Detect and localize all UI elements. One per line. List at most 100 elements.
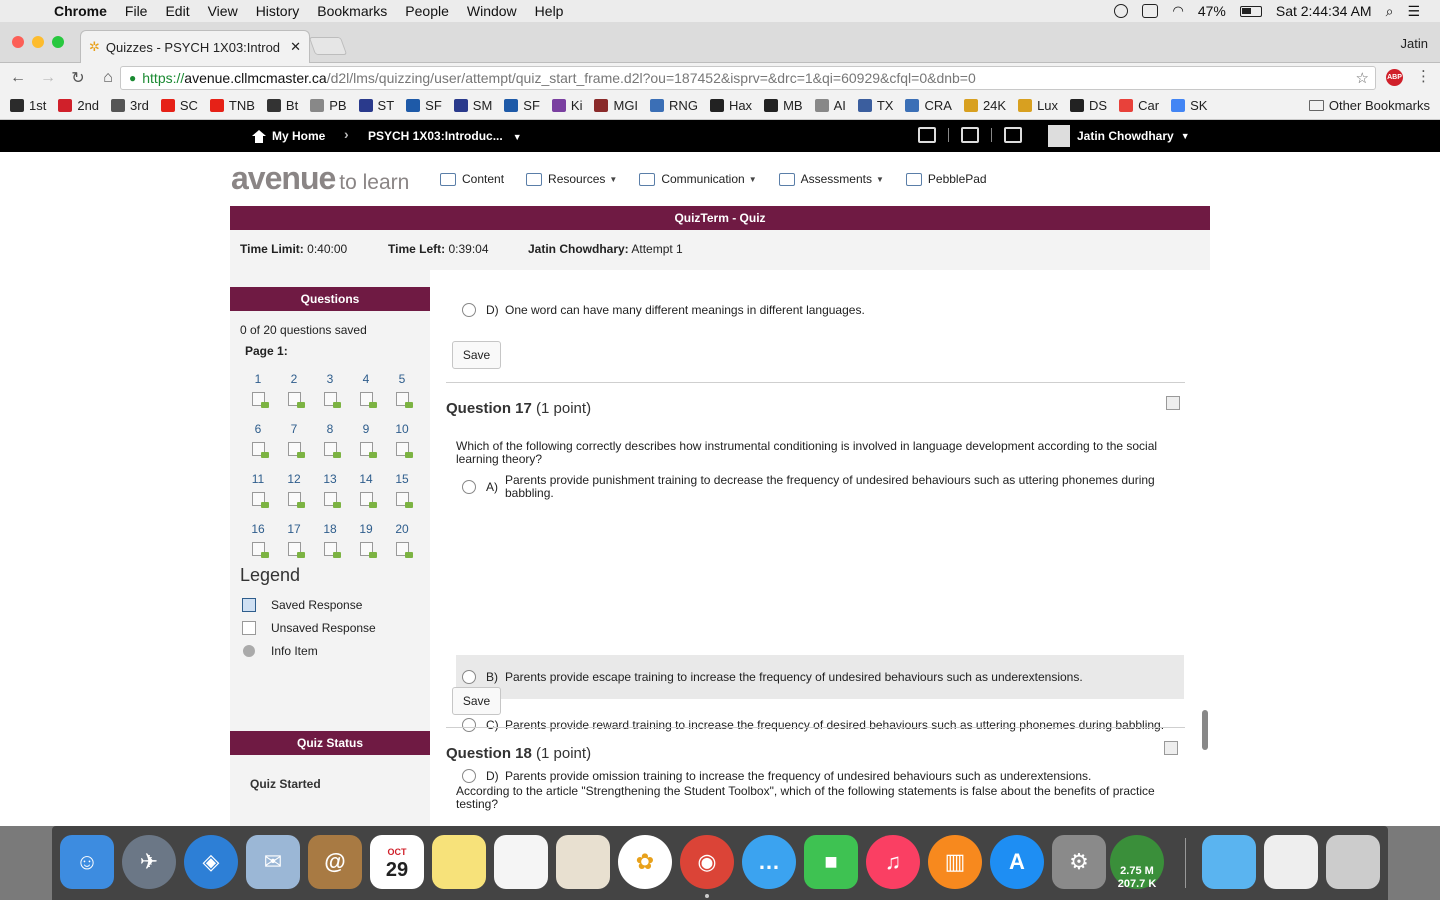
question-link[interactable]: 11 <box>240 472 276 509</box>
menu-window[interactable]: Window <box>467 3 517 19</box>
address-bar[interactable]: ● https://avenue.cllmcmaster.ca/d2l/lms/… <box>120 66 1376 90</box>
bookmark-item[interactable]: SF <box>504 98 540 113</box>
question-link[interactable]: 17 <box>276 522 312 559</box>
tab-quizzes[interactable]: ✲ Quizzes - PSYCH 1X03:Introd ✕ <box>80 30 310 63</box>
updates-icon[interactable] <box>961 127 979 143</box>
q16-option-d[interactable]: D) One word can have many different mean… <box>456 300 1184 320</box>
bookmark-item[interactable]: SC <box>160 98 198 113</box>
save-button[interactable]: Save <box>452 687 501 715</box>
messages-icon[interactable]: … <box>742 835 796 889</box>
nav-pebblepad[interactable]: PebblePad <box>905 172 987 186</box>
bookmark-item[interactable]: AI <box>814 98 846 113</box>
menu-history[interactable]: History <box>256 3 300 19</box>
photos-icon[interactable]: ✿ <box>618 835 672 889</box>
menu-view[interactable]: View <box>208 3 238 19</box>
bookmark-item[interactable]: MGI <box>594 98 638 113</box>
reminders-icon[interactable] <box>494 835 548 889</box>
adblock-plus-icon[interactable]: ABP <box>1386 69 1403 86</box>
wifi-icon[interactable]: ◠ <box>1172 3 1183 19</box>
radio-button[interactable] <box>462 303 476 317</box>
menu-edit[interactable]: Edit <box>165 3 189 19</box>
app-store-icon[interactable]: A <box>990 835 1044 889</box>
minimize-window-button[interactable] <box>32 36 44 48</box>
question-link[interactable]: 2 <box>276 372 312 409</box>
question-link[interactable]: 16 <box>240 522 276 559</box>
notification-center-icon[interactable]: ☰ <box>1407 3 1420 20</box>
menu-bookmarks[interactable]: Bookmarks <box>317 3 387 19</box>
folder-icon[interactable] <box>1202 835 1256 889</box>
zoom-window-button[interactable] <box>52 36 64 48</box>
nav-content[interactable]: Content <box>440 172 504 186</box>
question-link[interactable]: 20 <box>384 522 420 559</box>
scrollbar-thumb[interactable] <box>1202 710 1208 750</box>
question-link[interactable]: 10 <box>384 422 420 459</box>
trash-icon[interactable] <box>1326 835 1380 889</box>
mail-eagle-icon[interactable]: ✉ <box>246 835 300 889</box>
system-preferences-icon[interactable]: ⚙ <box>1052 835 1106 889</box>
question-link[interactable]: 5 <box>384 372 420 409</box>
bookmark-item[interactable]: SF <box>406 98 442 113</box>
forward-icon[interactable]: → <box>36 69 60 87</box>
bookmark-item[interactable]: TX <box>857 98 893 113</box>
subscriptions-icon[interactable] <box>1004 127 1022 143</box>
question-link[interactable]: 3 <box>312 372 348 409</box>
finder-icon[interactable]: ☺ <box>60 835 114 889</box>
question-link[interactable]: 19 <box>348 522 384 559</box>
bookmark-item[interactable]: Car <box>1119 98 1159 113</box>
reload-icon[interactable]: ↻ <box>66 68 90 88</box>
bookmark-item[interactable]: 3rd <box>111 98 149 113</box>
network-monitor-icon[interactable]: 2.75 M 207.7 K <box>1110 835 1164 890</box>
calendar-icon[interactable]: OCT 29 <box>370 835 424 889</box>
preview-icon[interactable] <box>556 835 610 889</box>
q17-option-c[interactable]: C) Parents provide reward training to in… <box>456 708 1184 742</box>
question-link[interactable]: 9 <box>348 422 384 459</box>
question-link[interactable]: 4 <box>348 372 384 409</box>
bookmark-item[interactable]: CRA <box>905 98 952 113</box>
launchpad-icon[interactable]: ✈ <box>122 835 176 889</box>
notes-icon[interactable] <box>432 835 486 889</box>
bookmark-item[interactable]: SM <box>453 98 492 113</box>
question-link[interactable]: 6 <box>240 422 276 459</box>
save-button[interactable]: Save <box>452 341 501 369</box>
nav-resources[interactable]: Resources ▼ <box>526 172 617 186</box>
menu-help[interactable]: Help <box>535 3 564 19</box>
bookmark-item[interactable]: 24K <box>963 98 1006 113</box>
back-icon[interactable]: ← <box>6 69 30 87</box>
bookmark-item[interactable]: DS <box>1070 98 1107 113</box>
question-link[interactable]: 13 <box>312 472 348 509</box>
sync-icon[interactable] <box>1114 4 1129 18</box>
profile-name[interactable]: Jatin <box>1401 36 1428 51</box>
question-link[interactable]: 1 <box>240 372 276 409</box>
course-selector[interactable]: PSYCH 1X03:Introduc... ▼ <box>368 129 522 143</box>
bookmark-item[interactable]: Lux <box>1018 98 1058 113</box>
bookmark-item[interactable]: MB <box>764 98 803 113</box>
itunes-icon[interactable]: ♫ <box>866 835 920 889</box>
new-tab-button[interactable] <box>308 37 348 55</box>
question-link[interactable]: 18 <box>312 522 348 559</box>
chrome-menu-icon[interactable]: ⋮ <box>1416 67 1431 85</box>
documents-icon[interactable] <box>1264 835 1318 889</box>
home-icon[interactable]: ⌂ <box>96 69 120 87</box>
question-link[interactable]: 8 <box>312 422 348 459</box>
clock[interactable]: Sat 2:44:34 AM <box>1276 3 1372 19</box>
messages-icon[interactable] <box>918 127 936 143</box>
my-home-link[interactable]: My Home <box>252 129 325 143</box>
bookmark-item[interactable]: Bt <box>266 98 298 113</box>
radio-button[interactable] <box>462 769 476 783</box>
bookmark-item[interactable]: ST <box>358 98 394 113</box>
contacts-icon[interactable]: @ <box>308 835 362 889</box>
bookmark-item[interactable]: RNG <box>650 98 698 113</box>
bookmark-star-icon[interactable]: ☆ <box>1356 69 1369 87</box>
bookmark-item[interactable]: 1st <box>10 98 46 113</box>
q17-option-a[interactable]: A) Parents provide punishment training t… <box>456 470 1184 504</box>
question-link[interactable]: 7 <box>276 422 312 459</box>
menu-file[interactable]: File <box>125 3 148 19</box>
user-menu[interactable]: Jatin Chowdhary ▼ <box>1048 125 1190 147</box>
close-tab-icon[interactable]: ✕ <box>290 39 301 55</box>
menu-app[interactable]: Chrome <box>54 3 107 19</box>
menu-people[interactable]: People <box>405 3 449 19</box>
safari-icon[interactable]: ◈ <box>184 835 238 889</box>
other-bookmarks[interactable]: Other Bookmarks <box>1308 98 1430 113</box>
radio-button[interactable] <box>462 670 476 684</box>
chrome-icon[interactable]: ◉ <box>680 835 734 889</box>
